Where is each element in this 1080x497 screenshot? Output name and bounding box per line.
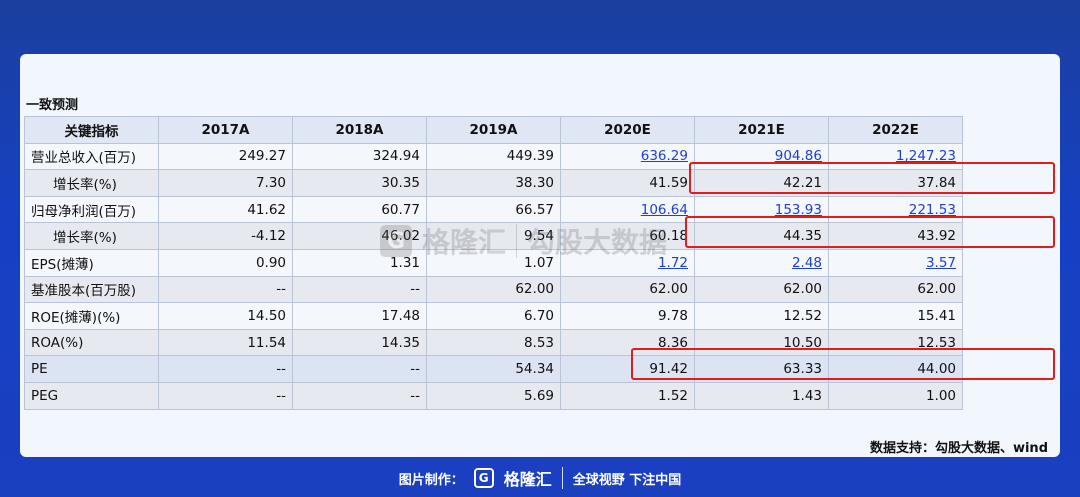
table-cell: 41.62 [158,195,293,224]
row-label: 归母净利润(百万) [24,195,159,224]
table-cell: 249.27 [158,142,293,171]
table-cell: -- [158,275,293,304]
section-title: 一致预测 [26,98,79,113]
table-cell: 14.50 [158,302,293,330]
table-cell: 1.07 [426,248,561,277]
table-cell: 60.18 [560,222,695,250]
highlight-box-pe [631,348,1055,380]
table-cell: 1.43 [694,381,829,410]
table-cell: 15.41 [828,302,963,330]
table-cell: -4.12 [158,222,293,250]
table-cell: 1.72 [560,248,695,277]
table-row: ROE(摊薄)(%) 14.50 17.48 6.70 9.78 12.52 15.41 [24,302,963,330]
table-cell: -- [158,355,293,383]
table-cell: 6.70 [426,302,561,330]
footer-divider [561,467,563,489]
row-label: ROA(%) [24,328,159,357]
row-label: 营业总收入(百万) [24,142,159,171]
value-link[interactable]: 106.64 [641,202,688,218]
value-link[interactable]: 636.29 [641,148,688,164]
gelonghui-logo-icon: G [473,468,494,488]
table-cell: 9.54 [426,222,561,250]
table-cell: 41.59 [560,169,695,197]
table-cell: 54.34 [426,355,561,383]
row-label: 增长率(%) [24,222,159,250]
row-label: PEG [24,381,159,410]
table-cell: 3.57 [828,248,963,277]
table-cell: 1.00 [828,381,963,410]
header-cell: 2020E [560,116,695,144]
table-cell: 14.35 [292,328,427,357]
table-row: EPS(摊薄) 0.90 1.31 1.07 1.72 2.48 3.57 [24,248,963,277]
table-cell: 7.30 [158,169,293,197]
value-link[interactable]: 2.48 [792,255,822,271]
table-cell: 11.54 [158,328,293,357]
table-cell: 8.53 [426,328,561,357]
table-cell: 62.00 [694,275,829,304]
highlight-box-revenue-growth [689,162,1055,194]
table-row: PEG -- -- 5.69 1.52 1.43 1.00 [24,381,963,410]
highlight-box-profit-growth [685,216,1055,248]
footer-brand: 格隆汇 [503,470,552,489]
table-cell: 1.52 [560,381,695,410]
row-label: ROE(摊薄)(%) [24,302,159,330]
value-link[interactable]: 1.72 [658,255,688,271]
source-note: 数据支持：勾股大数据、wind [869,441,1048,456]
table-cell: 60.77 [292,195,427,224]
table-cell: 12.52 [694,302,829,330]
table-cell: -- [158,381,293,410]
value-link[interactable]: 3.57 [926,255,956,271]
table-cell: 2.48 [694,248,829,277]
table-cell: 106.64 [560,195,695,224]
header-cell: 2021E [694,116,829,144]
data-card: 一致预测 关键指标 2017A 2018A 2019A 2020E 2021E … [20,54,1060,457]
table-cell: 636.29 [560,142,695,171]
header-cell: 关键指标 [24,116,159,144]
row-label: 增长率(%) [24,169,159,197]
table-cell: -- [292,381,427,410]
table-cell: -- [292,355,427,383]
table-cell: 46.02 [292,222,427,250]
table-cell: 17.48 [292,302,427,330]
table-cell: 449.39 [426,142,561,171]
table-cell: 62.00 [560,275,695,304]
table-row: 基准股本(百万股) -- -- 62.00 62.00 62.00 62.00 [24,275,963,304]
row-label: PE [24,355,159,383]
table-cell: 1.31 [292,248,427,277]
footer-slogan: 全球视野 下注中国 [572,472,682,488]
table-cell: 9.78 [560,302,695,330]
table-header-row: 关键指标 2017A 2018A 2019A 2020E 2021E 2022E [24,116,963,144]
footer-made-by: 图片制作： [398,472,464,488]
table-cell: 62.00 [828,275,963,304]
header-cell: 2022E [828,116,963,144]
header-cell: 2018A [292,116,427,144]
row-label: EPS(摊薄) [24,248,159,277]
table-cell: 38.30 [426,169,561,197]
table-cell: 62.00 [426,275,561,304]
table-cell: 0.90 [158,248,293,277]
table-cell: 66.57 [426,195,561,224]
header-cell: 2019A [426,116,561,144]
table-cell: 30.35 [292,169,427,197]
row-label: 基准股本(百万股) [24,275,159,304]
table-cell: 5.69 [426,381,561,410]
table-cell: -- [292,275,427,304]
table-cell: 324.94 [292,142,427,171]
header-cell: 2017A [158,116,293,144]
footer: 图片制作： G 格隆汇 全球视野 下注中国 [0,459,1080,497]
